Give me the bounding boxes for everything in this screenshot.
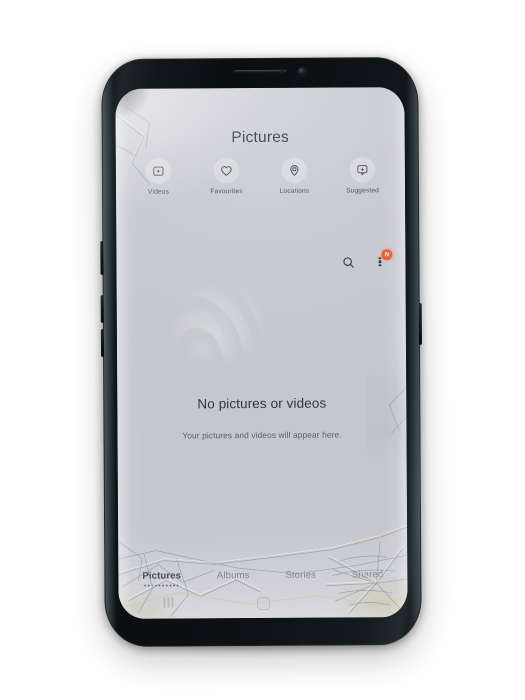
front-camera [297, 67, 306, 76]
quick-filter-label: Suggested [346, 187, 379, 195]
quick-filter-label: Favourites [210, 188, 243, 196]
status-badge: N [381, 249, 393, 261]
smartphone-device: Pictures Videos Favourites Locations Sug… [100, 57, 422, 647]
video-icon [145, 158, 171, 184]
location-pin-icon [281, 157, 307, 183]
search-icon[interactable] [339, 252, 356, 271]
tab-pictures[interactable]: Pictures [142, 570, 181, 586]
recents-indicator[interactable] [163, 597, 174, 608]
quick-filter-suggested[interactable]: Suggested [339, 157, 385, 194]
more-options-icon[interactable]: N [371, 249, 393, 271]
tab-albums[interactable]: Albums [217, 570, 250, 586]
power-button[interactable] [417, 303, 422, 346]
volume-down-button[interactable] [100, 294, 105, 323]
bottom-tab-bar: Pictures Albums Stories Shared [142, 569, 383, 586]
earpiece-speaker [233, 69, 286, 74]
menu-dot [378, 260, 382, 263]
tab-shared[interactable]: Shared [352, 569, 384, 585]
menu-dot [378, 264, 382, 267]
photo-canvas: Pictures Videos Favourites Locations Sug… [0, 0, 525, 700]
quick-filter-favourites[interactable]: Favourites [203, 158, 249, 195]
proximity-sensor [280, 69, 285, 74]
quick-filter-videos[interactable]: Videos [135, 158, 181, 196]
gallery-app: Pictures Videos Favourites Locations Sug… [115, 87, 407, 619]
quick-filter-row: Videos Favourites Locations Suggested [116, 157, 405, 196]
empty-state-subtitle: Your pictures and videos will appear her… [182, 429, 342, 441]
quick-filter-label: Videos [148, 188, 170, 196]
tab-stories[interactable]: Stories [285, 570, 316, 586]
empty-state-title: No pictures or videos [197, 395, 327, 412]
heart-icon [213, 158, 239, 184]
quick-filter-label: Locations [279, 187, 310, 195]
menu-dot [378, 257, 382, 260]
bixby-button[interactable] [100, 240, 105, 275]
quick-filter-locations[interactable]: Locations [271, 157, 317, 195]
phone-screen: Pictures Videos Favourites Locations Sug… [115, 87, 408, 619]
volume-up-button[interactable] [100, 328, 106, 357]
action-bar: N [339, 249, 393, 271]
suggested-sparkle-icon [349, 157, 375, 183]
page-title: Pictures [231, 128, 290, 147]
home-button-indicator[interactable] [256, 596, 270, 611]
